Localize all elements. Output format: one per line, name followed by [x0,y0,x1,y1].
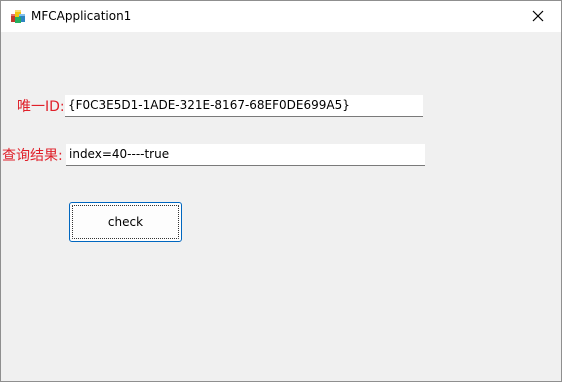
mfc-app-icon [10,8,26,24]
title-bar[interactable]: MFCApplication1 [1,1,561,32]
id-label: 唯一ID: [17,99,65,115]
app-window: MFCApplication1 唯一ID: {F0C3E5D1-1ADE-321… [0,0,562,382]
id-field[interactable]: {F0C3E5D1-1ADE-321E-8167-68EF0DE699A5} [65,95,423,117]
close-icon [532,7,544,26]
window-title: MFCApplication1 [31,9,132,23]
check-button[interactable]: check [69,202,182,242]
close-button[interactable] [515,1,561,32]
result-label: 查询结果: [2,148,63,164]
check-button-label: check [107,215,144,229]
result-field[interactable]: index=40----true [66,144,425,166]
client-area: 唯一ID: {F0C3E5D1-1ADE-321E-8167-68EF0DE69… [1,32,561,381]
